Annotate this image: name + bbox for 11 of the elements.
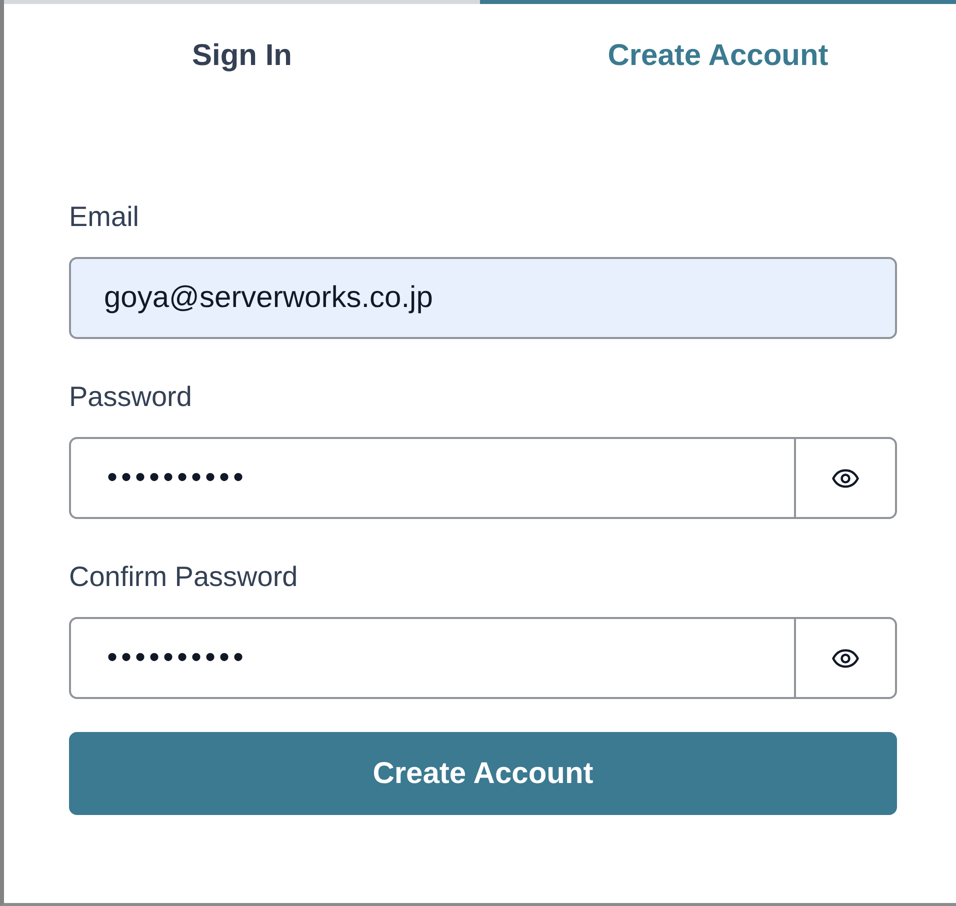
show-password-button[interactable] (796, 617, 897, 699)
eye-icon (832, 648, 859, 668)
email-field[interactable]: goya@serverworks.co.jp (69, 257, 897, 339)
password-field[interactable]: •••••••••• (69, 437, 796, 519)
field-label: Email (69, 200, 140, 234)
show-password-button[interactable] (796, 437, 897, 519)
create-account-button[interactable]: Create Account (69, 732, 897, 815)
field-label: Password (69, 380, 192, 414)
field-label: Confirm Password (69, 560, 298, 594)
password-field[interactable]: •••••••••• (69, 617, 796, 699)
eye-icon (832, 468, 859, 488)
